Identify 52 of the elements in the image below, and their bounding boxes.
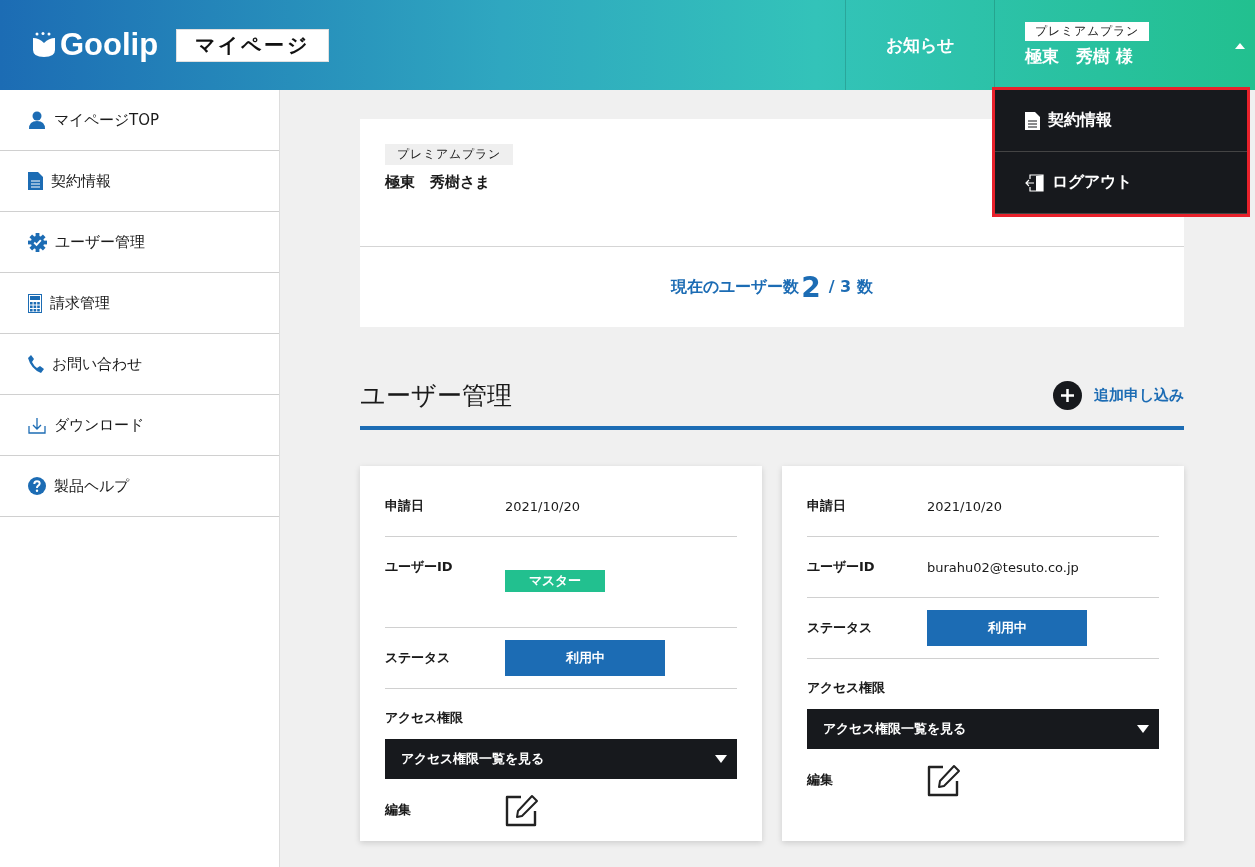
section-title: ユーザー管理 [360,380,512,412]
field-label: 申請日 [807,497,847,515]
customer-name: 極東 秀樹さま [385,173,490,192]
role-tag: マスター [505,570,605,592]
field-label: ユーザーID [807,558,876,576]
calculator-icon [28,293,42,313]
status-badge: 利用中 [927,610,1087,646]
sidebar-item[interactable]: 請求管理 [0,273,279,334]
field-label: ステータス [807,619,873,637]
sidebar-item[interactable]: 製品ヘルプ [0,456,279,517]
person-icon [28,111,46,129]
document-icon [28,172,43,190]
add-link[interactable]: 追加申し込み [1053,381,1184,410]
document-icon [1025,111,1040,130]
phone-icon [28,355,44,373]
field-label: アクセス権限 [385,709,464,727]
caret-icon [715,755,727,763]
sidebar-item[interactable]: マイページTOP [0,90,279,151]
field-label: ステータス [385,649,451,667]
logout-icon [1025,173,1044,192]
gear-icon [28,232,47,252]
field-label: 申請日 [385,497,425,515]
sidebar-item[interactable]: ユーザー管理 [0,212,279,273]
status-badge: 利用中 [505,640,665,676]
plan-badge: プレミアムプラン [385,144,513,165]
download-icon [28,416,46,434]
tulip-icon [32,32,56,58]
field-value: 2021/10/20 [505,498,580,514]
field-label: 編集 [385,801,412,819]
access-dropdown[interactable]: アクセス権限一覧を見る [385,739,737,779]
user-count-total: / 3 数 [828,276,873,298]
edit-icon[interactable] [927,763,961,797]
user-count-label: 現在のユーザー数 [671,276,800,298]
caret-icon [1137,725,1149,733]
menu-item[interactable]: ログアウト [995,152,1247,214]
sidebar-item[interactable]: お問い合わせ [0,334,279,395]
plan-badge: プレミアムプラン [1025,22,1149,41]
access-dropdown[interactable]: アクセス権限一覧を見る [807,709,1159,749]
field-label: アクセス権限 [807,679,886,697]
field-label: 編集 [807,771,834,789]
field-label: ユーザーID [385,558,454,576]
logo-text: Goolip [60,27,159,63]
field-value: burahu02@tesuto.co.jp [927,559,1079,575]
page-label: マイページ [176,28,330,62]
help-icon [28,477,46,495]
user-count-current: 2 [801,270,821,304]
sidebar-item[interactable]: ダウンロード [0,395,279,456]
field-value: 2021/10/20 [927,498,1002,514]
plus-icon [1053,381,1082,410]
menu-item[interactable]: 契約情報 [995,90,1247,152]
sidebar-item[interactable]: 契約情報 [0,151,279,212]
edit-icon[interactable] [505,793,539,827]
